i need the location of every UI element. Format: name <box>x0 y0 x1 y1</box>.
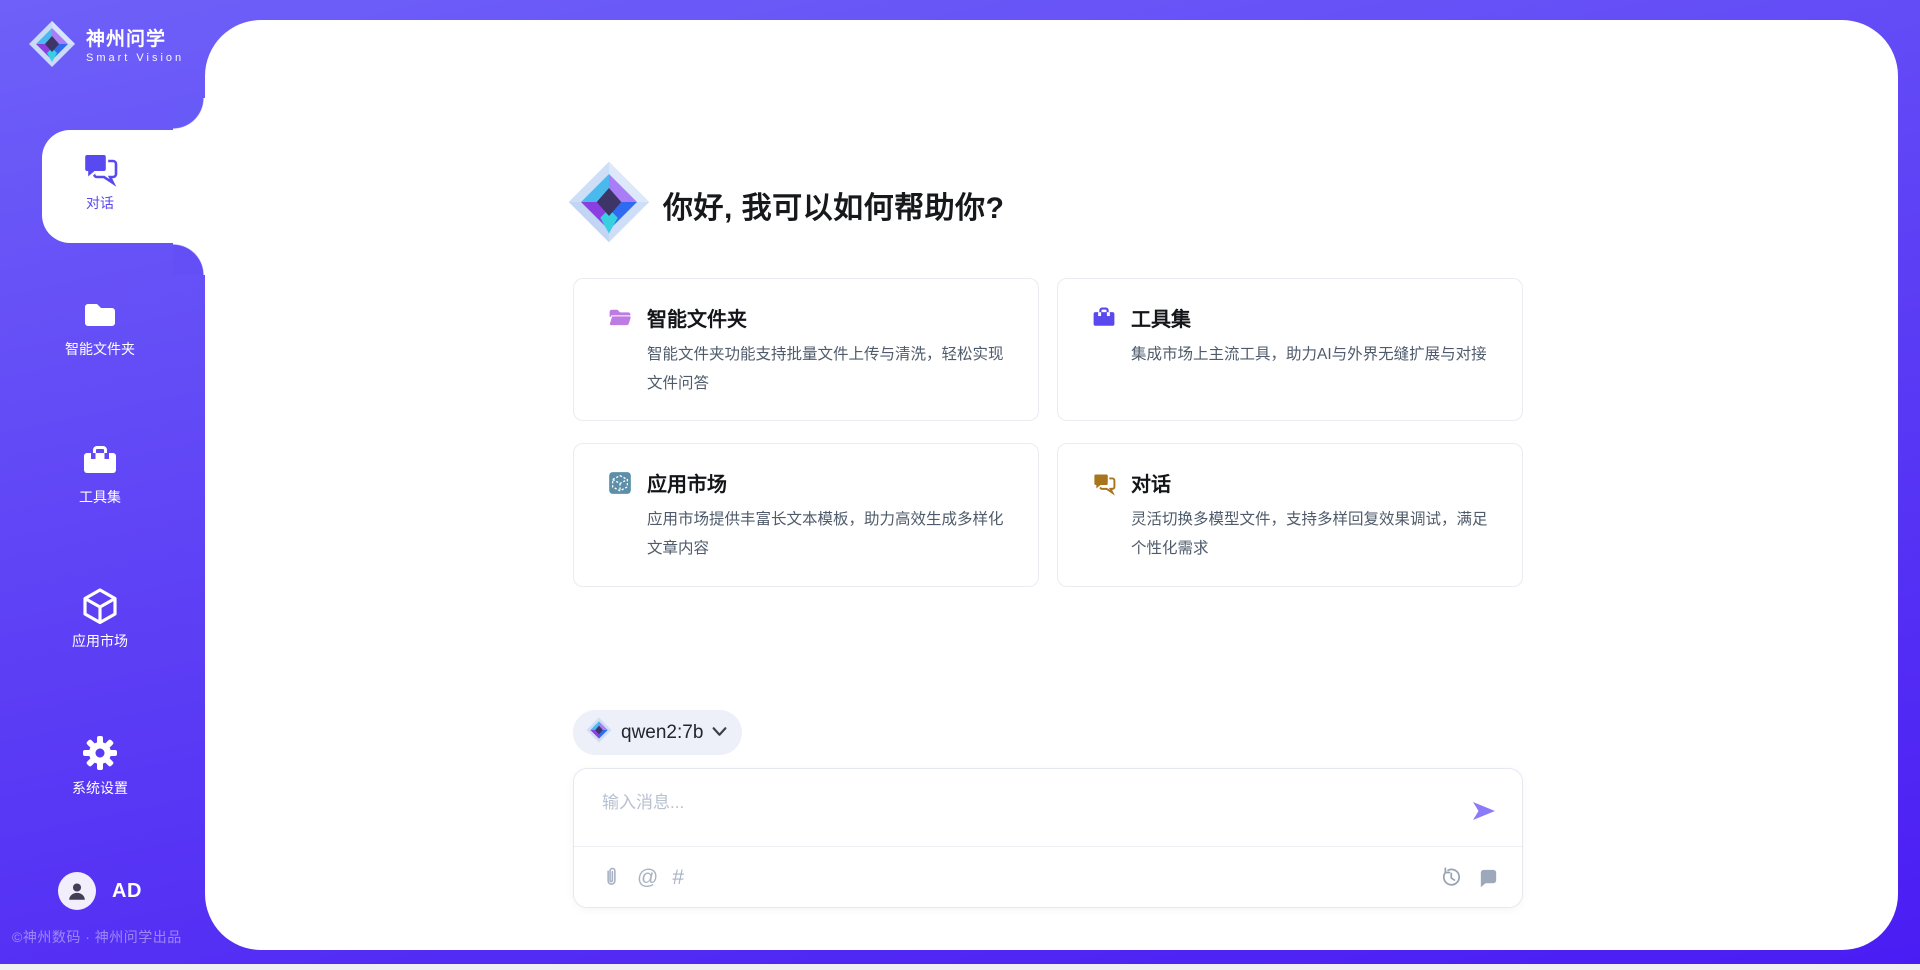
brand-diamond-icon <box>28 20 76 73</box>
mention-icon: @ <box>637 867 658 888</box>
sidebar-item-smart-folder[interactable]: 智能文件夹 <box>0 294 200 359</box>
app-grid-icon <box>607 470 633 563</box>
model-logo-icon <box>586 717 612 748</box>
sidebar-item-settings[interactable]: 系统设置 <box>0 733 200 798</box>
greeting-text: 你好, 我可以如何帮助你? <box>663 183 1005 227</box>
card-title: 应用市场 <box>647 468 1010 497</box>
sidebar-item-label: 对话 <box>0 193 200 213</box>
send-button[interactable] <box>1468 795 1500 830</box>
mention-button[interactable]: @ <box>637 867 658 888</box>
sidebar-item-label: 工具集 <box>0 487 200 507</box>
cube-icon <box>80 586 120 603</box>
tab-fillet-bottom <box>173 243 205 275</box>
copyright-text: ©神州数码 · 神州问学出品 <box>12 927 182 947</box>
card-title: 智能文件夹 <box>647 303 1010 332</box>
card-smart-folder[interactable]: 智能文件夹 智能文件夹功能支持批量文件上传与清洗，轻松实现文件问答 <box>573 278 1039 421</box>
chevron-down-icon <box>712 724 727 742</box>
chat-icon <box>1091 470 1117 563</box>
card-description: 智能文件夹功能支持批量文件上传与清洗，轻松实现文件问答 <box>647 341 1010 398</box>
model-selector[interactable]: qwen2:7b <box>573 710 742 755</box>
attachment-icon <box>600 866 623 889</box>
sidebar-item-label: 系统设置 <box>0 778 200 798</box>
main-content: 你好, 我可以如何帮助你? 智能文件夹 智能文件夹功能支持批量文件上传与清洗，轻… <box>573 0 1523 970</box>
window-bottom-edge <box>0 964 1920 970</box>
card-description: 灵活切换多模型文件，支持多样回复效果调试，满足个性化需求 <box>1131 506 1494 563</box>
card-app-market[interactable]: 应用市场 应用市场提供丰富长文本模板，助力高效生成多样化文章内容 <box>573 443 1039 586</box>
feedback-button[interactable] <box>1477 866 1500 889</box>
app-window: 神州问学 Smart Vision 对话 智能文件夹 <box>0 0 1920 970</box>
assistant-diamond-icon <box>567 160 651 249</box>
gear-icon <box>80 733 120 750</box>
card-title: 对话 <box>1131 468 1494 497</box>
sidebar-item-label: 智能文件夹 <box>0 339 200 359</box>
feature-cards: 智能文件夹 智能文件夹功能支持批量文件上传与清洗，轻松实现文件问答 <box>573 278 1523 587</box>
card-description: 应用市场提供丰富长文本模板，助力高效生成多样化文章内容 <box>647 506 1010 563</box>
card-chat[interactable]: 对话 灵活切换多模型文件，支持多样回复效果调试，满足个性化需求 <box>1057 443 1523 586</box>
chat-icon <box>80 148 120 165</box>
message-composer: @ # <box>573 768 1523 908</box>
brand-subtitle: Smart Vision <box>86 52 184 64</box>
attachment-button[interactable] <box>600 866 623 889</box>
history-button[interactable] <box>1439 865 1463 889</box>
user-account[interactable]: AD <box>58 872 142 910</box>
composer-toolbar: @ # <box>600 847 1500 907</box>
greeting-block: 你好, 我可以如何帮助你? <box>567 160 1005 249</box>
brand-name: 神州问学 <box>86 29 184 51</box>
avatar <box>58 872 96 910</box>
sidebar-item-label: 应用市场 <box>0 631 200 651</box>
hashtag-icon: # <box>672 867 684 888</box>
hashtag-button[interactable]: # <box>672 867 684 888</box>
message-input[interactable] <box>600 786 1440 836</box>
card-toolset[interactable]: 工具集 集成市场上主流工具，助力AI与外界无缝扩展与对接 <box>1057 278 1523 421</box>
model-name: qwen2:7b <box>621 722 703 744</box>
history-icon <box>1439 865 1463 889</box>
card-title: 工具集 <box>1131 303 1487 332</box>
card-description: 集成市场上主流工具，助力AI与外界无缝扩展与对接 <box>1131 341 1487 370</box>
sidebar-item-toolset[interactable]: 工具集 <box>0 442 200 507</box>
send-icon <box>1470 797 1498 825</box>
brand-logo: 神州问学 Smart Vision <box>28 20 184 73</box>
folder-open-icon <box>607 305 633 398</box>
briefcase-icon <box>1091 305 1117 398</box>
tab-fillet-top <box>173 98 205 130</box>
person-icon <box>66 880 88 902</box>
folder-icon <box>80 294 120 311</box>
user-initials: AD <box>112 880 142 903</box>
sidebar-item-chat[interactable]: 对话 <box>0 148 200 213</box>
briefcase-icon <box>80 442 120 459</box>
feedback-bubble-icon <box>1477 866 1500 889</box>
sidebar-item-app-market[interactable]: 应用市场 <box>0 586 200 651</box>
